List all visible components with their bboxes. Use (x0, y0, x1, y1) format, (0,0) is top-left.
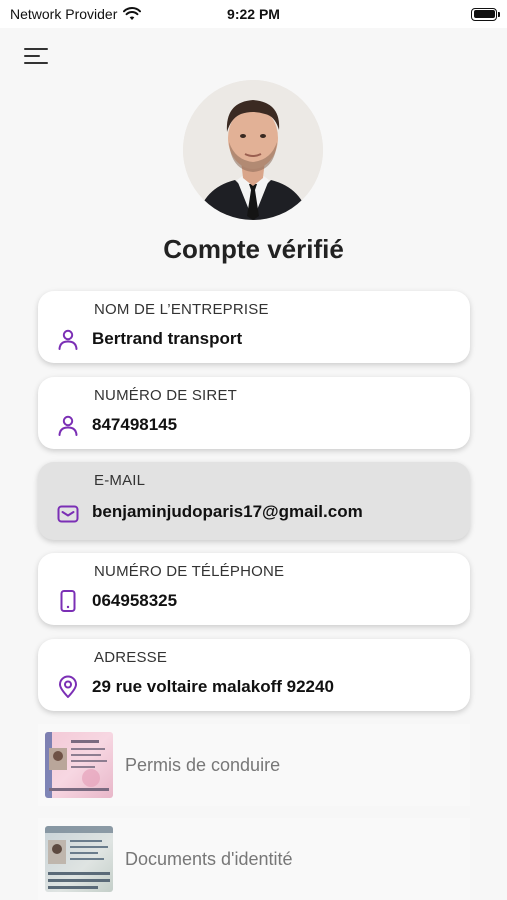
person-icon (58, 329, 78, 350)
email-value: benjaminjudoparis17@gmail.com (92, 502, 363, 521)
company-name-label: NOM DE L’ENTREPRISE (94, 301, 269, 318)
hamburger-menu-icon[interactable] (24, 44, 52, 68)
battery-icon (471, 7, 500, 21)
email-label: E-MAIL (94, 472, 146, 489)
phone-icon (60, 590, 76, 612)
location-pin-icon (59, 675, 77, 698)
avatar-photo (183, 80, 323, 220)
identity-card-thumbnail (45, 826, 113, 892)
status-left: Network Provider (10, 6, 142, 22)
menu-line (24, 62, 48, 64)
driving-license-thumbnail (45, 732, 113, 798)
menu-line (24, 48, 48, 50)
siret-card[interactable]: NUMÉRO DE SIRET 847498145 (38, 377, 470, 449)
status-bar: Network Provider 9:22 PM (0, 0, 507, 28)
address-card[interactable]: ADRESSE 29 rue voltaire malakoff 92240 (38, 639, 470, 711)
driving-license-label: Permis de conduire (125, 754, 281, 775)
carrier-name: Network Provider (10, 6, 118, 22)
battery-level (473, 10, 495, 18)
identity-documents-row[interactable]: Documents d'identité (38, 818, 470, 900)
mail-icon (57, 505, 79, 523)
wifi-icon (123, 7, 142, 20)
address-value: 29 rue voltaire malakoff 92240 (92, 677, 334, 696)
phone-card[interactable]: NUMÉRO DE TÉLÉPHONE 064958325 (38, 553, 470, 625)
siret-value: 847498145 (92, 415, 178, 434)
company-name-card[interactable]: NOM DE L’ENTREPRISE Bertrand transport (38, 291, 470, 363)
identity-documents-label: Documents d'identité (125, 848, 293, 869)
phone-label: NUMÉRO DE TÉLÉPHONE (94, 563, 285, 580)
email-card[interactable]: E-MAIL benjaminjudoparis17@gmail.com (38, 462, 470, 540)
person-icon (58, 415, 78, 436)
address-label: ADRESSE (94, 649, 168, 666)
driving-license-row[interactable]: Permis de conduire (38, 724, 470, 806)
company-name-value: Bertrand transport (92, 329, 243, 348)
phone-value: 064958325 (92, 591, 178, 610)
page-title: Compte vérifié (163, 234, 344, 264)
menu-line (24, 55, 40, 57)
avatar[interactable] (183, 80, 323, 220)
siret-label: NUMÉRO DE SIRET (94, 387, 238, 404)
